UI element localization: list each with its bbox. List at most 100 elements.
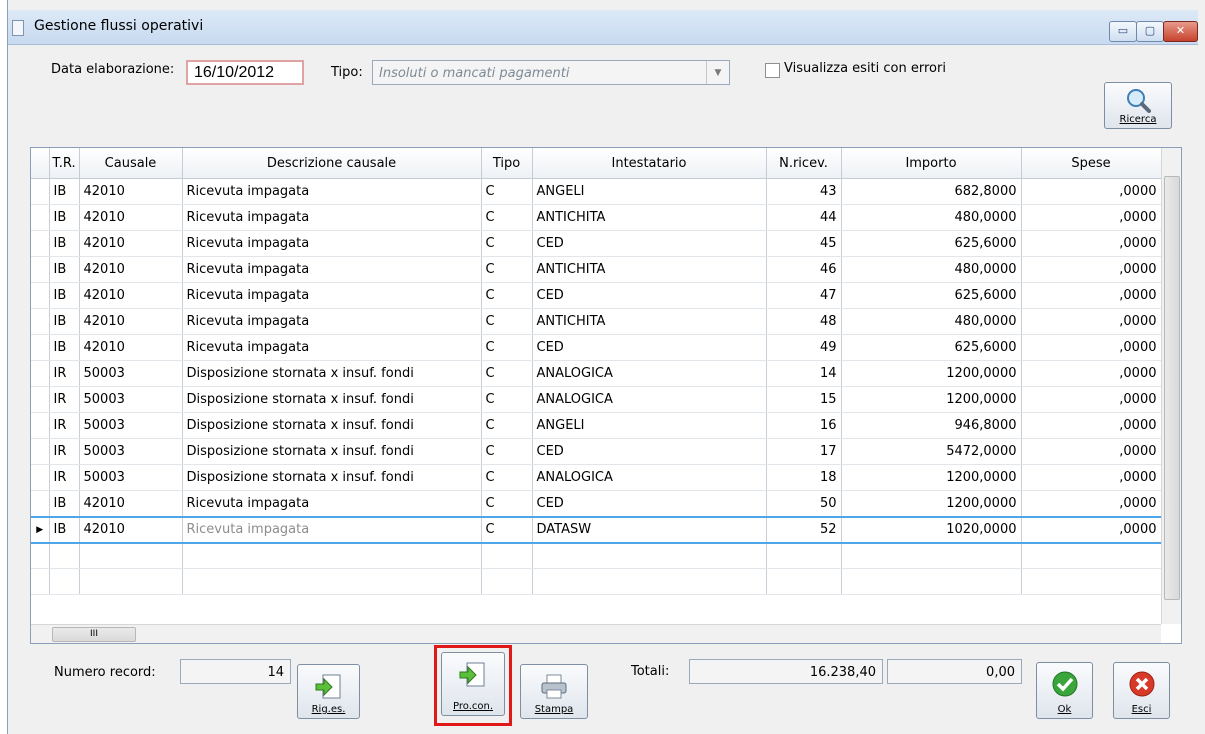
table-cell[interactable]: Disposizione stornata x insuf. fondi <box>182 438 482 465</box>
table-cell[interactable]: 1200,0000 <box>841 464 1022 491</box>
table-cell[interactable]: 42010 <box>79 256 183 283</box>
column-header[interactable]: Descrizione causale <box>182 148 482 179</box>
table-cell[interactable]: 42010 <box>79 204 183 231</box>
table-row[interactable]: IB 42010 Ricevuta impagata C CED 47 625,6000,0… <box>31 282 1162 309</box>
table-cell[interactable]: ,0000 <box>1021 178 1162 205</box>
table-cell[interactable]: ,0000 <box>1021 412 1162 439</box>
table-cell[interactable]: 42010 <box>79 178 183 205</box>
table-cell[interactable]: 50 <box>766 490 842 517</box>
table-cell[interactable]: C <box>481 282 533 309</box>
table-cell[interactable]: C <box>481 230 533 257</box>
table-row[interactable]: IB 42010 Ricevuta impagata C ANGELI 43 682,800… <box>31 178 1162 205</box>
table-cell[interactable]: 1200,0000 <box>841 360 1022 387</box>
table-cell[interactable]: C <box>481 386 533 413</box>
rig-es-button[interactable]: Rig.es. <box>297 664 360 719</box>
table-cell[interactable]: 42010 <box>79 490 183 517</box>
table-cell[interactable]: C <box>481 438 533 465</box>
table-cell[interactable]: 42010 <box>79 308 183 335</box>
vertical-scroll-thumb[interactable] <box>1164 176 1180 600</box>
table-cell[interactable]: CED <box>532 334 767 361</box>
table-cell[interactable]: 625,6000 <box>841 334 1022 361</box>
table-cell[interactable]: 42010 <box>79 334 183 361</box>
table-cell[interactable]: ,0000 <box>1021 230 1162 257</box>
table-cell[interactable]: Ricevuta impagata <box>182 204 482 231</box>
table-row[interactable]: IR 50003 Disposizione stornata x insuf. fo… <box>31 412 1162 439</box>
vertical-scrollbar[interactable] <box>1161 148 1181 624</box>
table-cell[interactable]: ANALOGICA <box>532 360 767 387</box>
table-cell[interactable]: 42010 <box>79 230 183 257</box>
row-indicator[interactable] <box>31 412 50 439</box>
table-cell[interactable]: 45 <box>766 230 842 257</box>
table-cell[interactable]: 625,6000 <box>841 230 1022 257</box>
table-cell[interactable]: C <box>481 334 533 361</box>
table-row[interactable]: ▶ IB 42010 Ricevuta impagata C DATASW 52 1020,0… <box>31 515 1162 544</box>
table-cell[interactable]: CED <box>532 282 767 309</box>
column-header[interactable]: Tipo <box>481 148 533 179</box>
table-cell[interactable]: 46 <box>766 256 842 283</box>
horizontal-scrollbar[interactable]: III <box>31 624 1161 643</box>
table-cell[interactable]: C <box>481 308 533 335</box>
table-cell[interactable]: IB <box>49 334 80 361</box>
row-indicator[interactable] <box>31 386 50 413</box>
table-cell[interactable]: 48 <box>766 308 842 335</box>
table-cell[interactable]: C <box>481 256 533 283</box>
table-cell[interactable]: ,0000 <box>1021 515 1162 544</box>
table-row[interactable]: IB 42010 Ricevuta impagata C CED 49 625,6000,0… <box>31 334 1162 361</box>
table-cell[interactable]: 946,8000 <box>841 412 1022 439</box>
table-cell[interactable]: 1200,0000 <box>841 386 1022 413</box>
date-field[interactable]: 16/10/2012 <box>186 60 304 85</box>
table-cell[interactable]: IB <box>49 515 80 544</box>
exit-button[interactable]: Esci <box>1113 662 1170 719</box>
table-cell[interactable]: IR <box>49 412 80 439</box>
ok-button[interactable]: Ok <box>1036 662 1093 719</box>
table-cell[interactable]: Ricevuta impagata <box>182 230 482 257</box>
row-indicator[interactable] <box>31 282 50 309</box>
row-indicator[interactable] <box>31 464 50 491</box>
table-cell[interactable]: Disposizione stornata x insuf. fondi <box>182 464 482 491</box>
table-row[interactable]: IB 42010 Ricevuta impagata C ANTICHITA 44 480,… <box>31 204 1162 231</box>
table-cell[interactable]: 16 <box>766 412 842 439</box>
table-cell[interactable]: ,0000 <box>1021 204 1162 231</box>
table-cell[interactable]: C <box>481 464 533 491</box>
horizontal-scroll-thumb[interactable]: III <box>52 627 136 642</box>
table-cell[interactable]: 44 <box>766 204 842 231</box>
table-cell[interactable]: 625,6000 <box>841 282 1022 309</box>
table-cell[interactable]: 480,0000 <box>841 308 1022 335</box>
print-button[interactable]: Stampa <box>520 664 588 719</box>
row-indicator[interactable] <box>31 230 50 257</box>
table-cell[interactable]: CED <box>532 490 767 517</box>
table-cell[interactable]: 50003 <box>79 438 183 465</box>
table-cell[interactable]: C <box>481 204 533 231</box>
table-cell[interactable]: CED <box>532 230 767 257</box>
table-cell[interactable]: IB <box>49 308 80 335</box>
table-cell[interactable]: Disposizione stornata x insuf. fondi <box>182 360 482 387</box>
table-cell[interactable]: IB <box>49 490 80 517</box>
table-cell[interactable]: Ricevuta impagata <box>182 256 482 283</box>
table-cell[interactable]: Ricevuta impagata <box>182 515 482 544</box>
table-cell[interactable]: ,0000 <box>1021 282 1162 309</box>
table-cell[interactable]: C <box>481 515 533 544</box>
table-row[interactable]: IR 50003 Disposizione stornata x insuf. fo… <box>31 464 1162 491</box>
table-cell[interactable]: Disposizione stornata x insuf. fondi <box>182 386 482 413</box>
table-cell[interactable]: ANALOGICA <box>532 464 767 491</box>
table-cell[interactable]: Ricevuta impagata <box>182 490 482 517</box>
row-indicator[interactable] <box>31 308 50 335</box>
table-row[interactable]: IB 42010 Ricevuta impagata C CED 45 625,6000,0… <box>31 230 1162 257</box>
table-cell[interactable]: ANTICHITA <box>532 256 767 283</box>
table-cell[interactable]: DATASW <box>532 515 767 544</box>
table-cell[interactable]: C <box>481 360 533 387</box>
table-cell[interactable]: 42010 <box>79 282 183 309</box>
table-cell[interactable]: 52 <box>766 515 842 544</box>
table-cell[interactable]: ANGELI <box>532 412 767 439</box>
table-cell[interactable]: 17 <box>766 438 842 465</box>
table-cell[interactable]: C <box>481 178 533 205</box>
table-cell[interactable]: Ricevuta impagata <box>182 308 482 335</box>
table-cell[interactable]: 50003 <box>79 412 183 439</box>
table-cell[interactable]: ,0000 <box>1021 386 1162 413</box>
table-cell[interactable]: 50003 <box>79 386 183 413</box>
column-header[interactable]: N.ricev. <box>766 148 842 179</box>
table-cell[interactable]: Ricevuta impagata <box>182 334 482 361</box>
table-row[interactable]: IR 50003 Disposizione stornata x insuf. fo… <box>31 360 1162 387</box>
table-cell[interactable]: IB <box>49 256 80 283</box>
table-cell[interactable]: 682,8000 <box>841 178 1022 205</box>
